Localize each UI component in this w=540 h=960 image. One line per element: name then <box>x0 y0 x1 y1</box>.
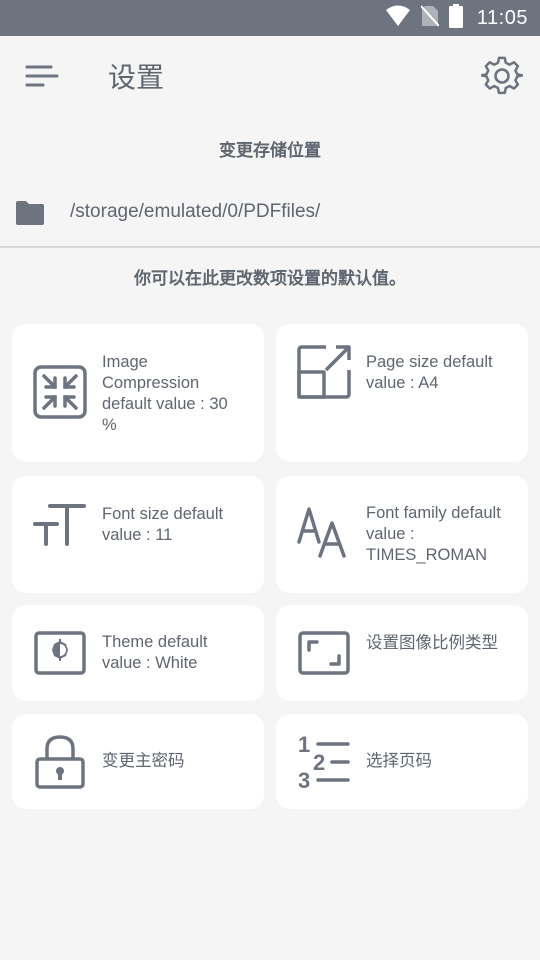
numbered-list-icon: 1 2 3 <box>296 733 352 789</box>
master-password-card[interactable]: 变更主密码 <box>12 714 264 809</box>
font-family-card[interactable]: Font family default value : TIMES_ROMAN <box>276 476 528 593</box>
settings-button[interactable] <box>480 56 524 100</box>
storage-path: /storage/emulated/0/PDFfiles/ <box>70 201 321 222</box>
theme-card[interactable]: Theme default value : White <box>12 605 264 701</box>
battery-icon <box>448 4 463 32</box>
menu-button[interactable] <box>22 60 62 96</box>
storage-path-row[interactable]: /storage/emulated/0/PDFfiles/ <box>0 188 540 242</box>
page-size-icon <box>296 344 352 400</box>
theme-icon <box>32 625 88 681</box>
svg-text:1: 1 <box>298 733 310 757</box>
page-size-card[interactable]: Page size default value : A4 <box>276 324 528 462</box>
image-compression-label: Image Compression default value : 30 % <box>102 353 228 434</box>
font-size-card[interactable]: Font size default value : 11 <box>12 476 264 593</box>
divider <box>0 246 540 248</box>
lock-icon <box>32 733 88 789</box>
status-bar: 11:05 <box>0 0 540 36</box>
page-title: 设置 <box>108 61 165 94</box>
no-sim-icon <box>420 5 440 31</box>
svg-text:3: 3 <box>298 768 310 789</box>
aspect-ratio-label: 设置图像比例类型 <box>366 633 498 652</box>
hamburger-menu-icon <box>25 64 59 92</box>
master-password-label: 变更主密码 <box>102 751 185 770</box>
defaults-description: 你可以在此更改数项设置的默认值。 <box>134 269 406 289</box>
gear-icon <box>480 55 524 101</box>
font-family-icon <box>296 502 352 558</box>
aspect-ratio-card[interactable]: 设置图像比例类型 <box>276 605 528 701</box>
font-size-label: Font size default value : 11 <box>102 505 224 544</box>
page-size-label: Page size default value : A4 <box>366 353 493 392</box>
page-number-label: 选择页码 <box>366 751 432 770</box>
font-family-label: Font family default value : TIMES_ROMAN <box>366 504 501 564</box>
wifi-icon <box>385 5 411 31</box>
folder-icon <box>14 200 46 230</box>
theme-label: Theme default value : White <box>102 633 208 672</box>
status-time: 11:05 <box>476 6 528 29</box>
page-number-card[interactable]: 1 2 3 选择页码 <box>276 714 528 809</box>
compress-icon <box>32 364 88 420</box>
app-bar: 设置 <box>0 36 540 120</box>
svg-text:2: 2 <box>313 750 325 775</box>
image-compression-card[interactable]: Image Compression default value : 30 % <box>12 324 264 462</box>
font-size-icon <box>32 498 88 554</box>
storage-location-header: 变更存储位置 <box>219 141 321 161</box>
status-icons: 11:05 <box>385 0 528 36</box>
aspect-ratio-icon <box>296 625 352 681</box>
